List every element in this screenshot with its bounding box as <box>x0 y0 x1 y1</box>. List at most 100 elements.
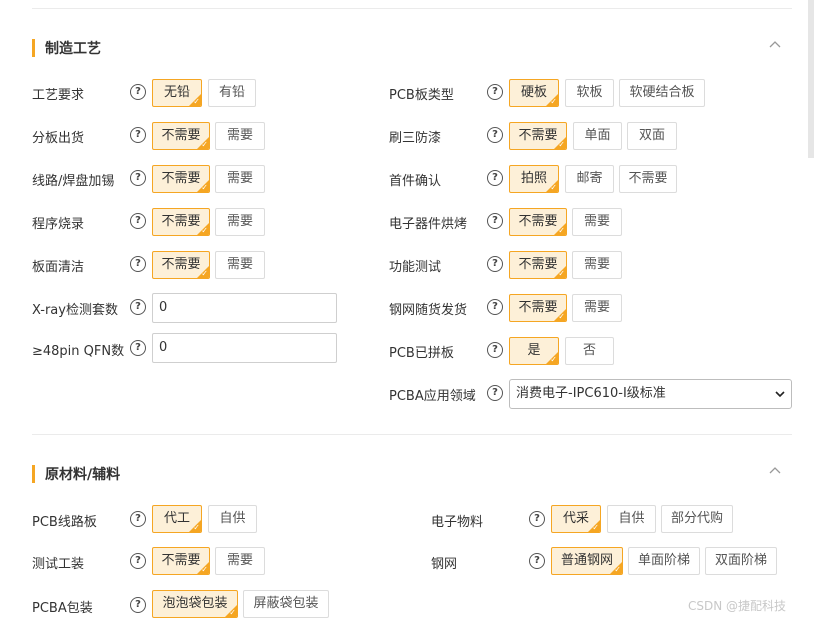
check-icon: ✓ <box>550 183 557 192</box>
option-tin-no[interactable]: 不需要 ✓ <box>152 165 210 193</box>
option-clean-yes[interactable]: 需要 <box>215 251 265 279</box>
help-icon[interactable]: ? <box>487 256 503 272</box>
option-shield-bag[interactable]: 屏蔽袋包装 <box>243 590 329 618</box>
option-material-self[interactable]: 自供 <box>607 505 656 533</box>
option-stencil-ship-yes[interactable]: 需要 <box>572 294 622 322</box>
help-icon[interactable]: ? <box>529 511 545 527</box>
xray-count-input[interactable]: 0 <box>152 293 337 323</box>
help-icon[interactable]: ? <box>130 553 146 569</box>
field-label: PCBA应用领域 <box>389 389 476 404</box>
option-first-none[interactable]: 不需要 <box>619 165 677 193</box>
section-title: 制造工艺 <box>45 41 101 57</box>
help-icon[interactable]: ? <box>130 127 146 143</box>
option-functest-no[interactable]: 不需要 ✓ <box>509 251 567 279</box>
help-icon[interactable]: ? <box>487 127 503 143</box>
option-coating-single[interactable]: 单面 <box>573 122 622 150</box>
field-label: 分板出货 <box>32 131 85 146</box>
field-label: 功能测试 <box>389 260 442 275</box>
option-coating-double[interactable]: 双面 <box>627 122 677 150</box>
application-domain-select[interactable]: 消费电子-IPC610-I级标准 <box>509 379 792 409</box>
check-icon: ✓ <box>201 183 208 192</box>
option-rigid-flex-board[interactable]: 软硬结合板 <box>619 79 705 107</box>
check-icon: ✓ <box>614 565 621 574</box>
field-label: 板面清洁 <box>32 260 85 275</box>
help-icon[interactable]: ? <box>130 340 146 356</box>
help-icon[interactable]: ? <box>130 597 146 613</box>
option-program-yes[interactable]: 需要 <box>215 208 265 236</box>
option-split-no[interactable]: 不需要 ✓ <box>152 122 210 150</box>
help-icon[interactable]: ? <box>487 84 503 100</box>
help-icon[interactable]: ? <box>487 342 503 358</box>
option-panelized-no[interactable]: 否 <box>565 337 614 365</box>
help-icon[interactable]: ? <box>487 299 503 315</box>
option-flex-board[interactable]: 软板 <box>565 79 614 107</box>
option-fixture-yes[interactable]: 需要 <box>215 547 265 575</box>
help-icon[interactable]: ? <box>130 256 146 272</box>
watermark: CSDN @捷配科技 <box>688 599 787 613</box>
qfn-count-input[interactable]: 0 <box>152 333 337 363</box>
option-material-proxy[interactable]: 代采 ✓ <box>551 505 601 533</box>
help-icon[interactable]: ? <box>487 170 503 186</box>
field-label: 电子器件烘烤 <box>389 217 468 232</box>
check-icon: ✓ <box>558 269 565 278</box>
option-first-mail[interactable]: 邮寄 <box>565 165 614 193</box>
field-label: PCB已拼板 <box>389 346 454 361</box>
divider <box>32 434 792 435</box>
divider <box>32 8 792 9</box>
option-fixture-no[interactable]: 不需要 ✓ <box>152 547 210 575</box>
help-icon[interactable]: ? <box>130 511 146 527</box>
help-icon[interactable]: ? <box>130 299 146 315</box>
check-icon: ✓ <box>550 97 557 106</box>
option-bubble-bag[interactable]: 泡泡袋包装 ✓ <box>152 590 238 618</box>
check-icon: ✓ <box>201 140 208 149</box>
option-split-yes[interactable]: 需要 <box>215 122 265 150</box>
field-label: 测试工装 <box>32 557 85 572</box>
option-tin-yes[interactable]: 需要 <box>215 165 265 193</box>
section-accent-bar <box>32 39 35 57</box>
option-stencil-ship-no[interactable]: 不需要 ✓ <box>509 294 567 322</box>
option-stencil-single-step[interactable]: 单面阶梯 <box>628 547 700 575</box>
check-icon: ✓ <box>193 523 200 532</box>
field-label: 程序烧录 <box>32 217 85 232</box>
field-label: PCB线路板 <box>32 515 97 530</box>
option-pcb-oem[interactable]: 代工 ✓ <box>152 505 202 533</box>
option-rigid-board[interactable]: 硬板 ✓ <box>509 79 559 107</box>
chevron-up-icon[interactable] <box>768 464 782 478</box>
field-label: ≥48pin QFN数 <box>32 344 125 359</box>
check-icon: ✓ <box>550 355 557 364</box>
help-icon[interactable]: ? <box>130 170 146 186</box>
section-title: 原材料/辅料 <box>45 467 121 483</box>
field-label: PCB板类型 <box>389 88 454 103</box>
help-icon[interactable]: ? <box>130 213 146 229</box>
option-stencil-double-step[interactable]: 双面阶梯 <box>705 547 777 575</box>
scrollbar-thumb[interactable] <box>808 0 814 158</box>
check-icon: ✓ <box>558 226 565 235</box>
help-icon[interactable]: ? <box>487 385 503 401</box>
option-pcb-self[interactable]: 自供 <box>208 505 257 533</box>
option-clean-no[interactable]: 不需要 ✓ <box>152 251 210 279</box>
help-icon[interactable]: ? <box>487 213 503 229</box>
field-label: 线路/焊盘加锡 <box>32 174 115 189</box>
option-program-no[interactable]: 不需要 ✓ <box>152 208 210 236</box>
option-bake-no[interactable]: 不需要 ✓ <box>509 208 567 236</box>
option-stencil-normal[interactable]: 普通钢网 ✓ <box>551 547 623 575</box>
option-leaded[interactable]: 有铅 <box>208 79 256 107</box>
field-label: 钢网随货发货 <box>389 303 468 318</box>
option-material-partial[interactable]: 部分代购 <box>661 505 733 533</box>
option-functest-yes[interactable]: 需要 <box>572 251 622 279</box>
check-icon: ✓ <box>201 565 208 574</box>
select-value: 消费电子-IPC610-I级标准 <box>516 386 666 401</box>
field-label: PCBA包装 <box>32 601 93 616</box>
check-icon: ✓ <box>193 97 200 106</box>
option-bake-yes[interactable]: 需要 <box>572 208 622 236</box>
section-accent-bar <box>32 465 35 483</box>
option-lead-free[interactable]: 无铅 ✓ <box>152 79 202 107</box>
option-coating-no[interactable]: 不需要 ✓ <box>509 122 567 150</box>
help-icon[interactable]: ? <box>130 84 146 100</box>
field-label: X-ray检测套数 <box>32 303 118 318</box>
chevron-down-icon <box>775 391 785 398</box>
chevron-up-icon[interactable] <box>768 38 782 52</box>
help-icon[interactable]: ? <box>529 553 545 569</box>
option-first-photo[interactable]: 拍照 ✓ <box>509 165 559 193</box>
option-panelized-yes[interactable]: 是 ✓ <box>509 337 559 365</box>
